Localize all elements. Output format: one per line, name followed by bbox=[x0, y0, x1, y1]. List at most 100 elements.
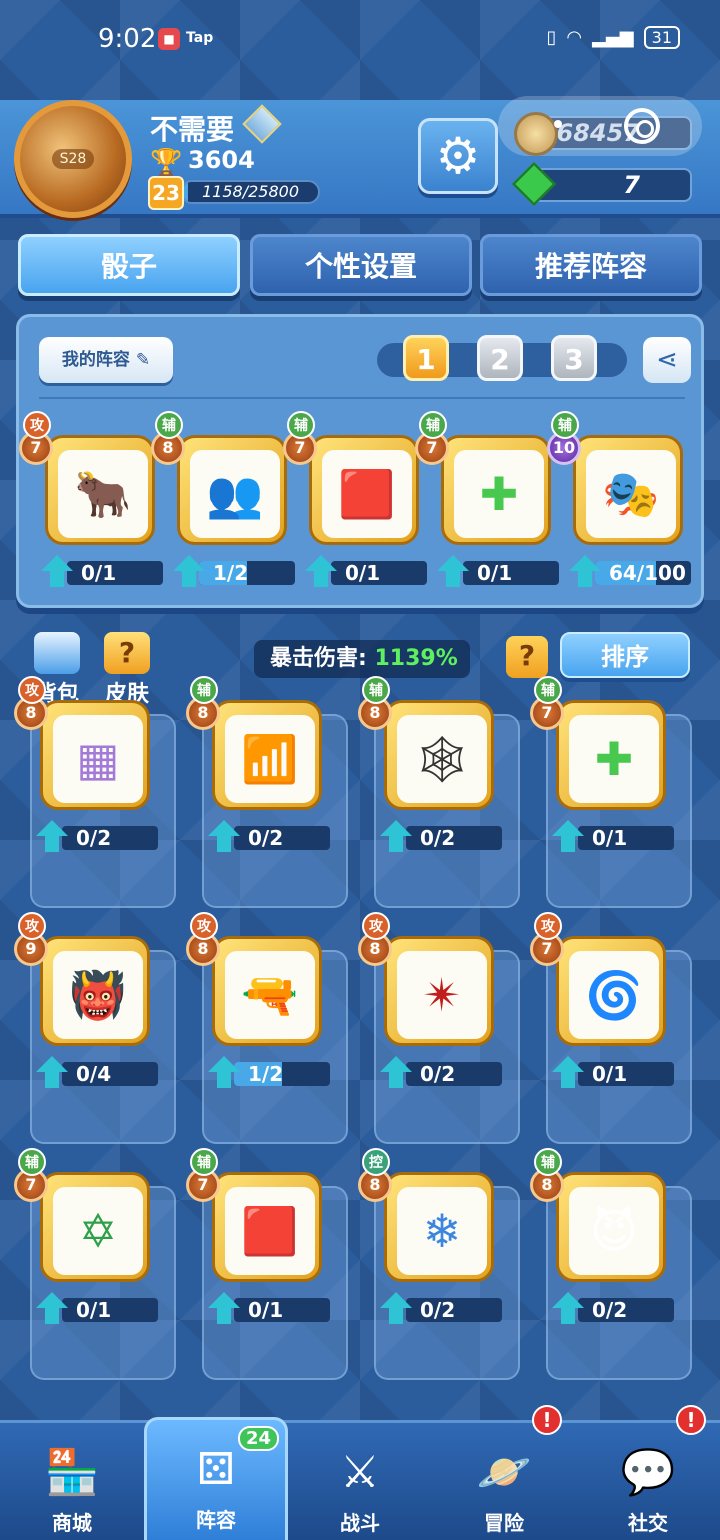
divider bbox=[39, 397, 685, 399]
battery-icon: 31 bbox=[643, 26, 680, 49]
purple-grid-icon: ▦ bbox=[53, 715, 143, 803]
tab-recommended[interactable]: 推荐阵容 bbox=[480, 234, 702, 296]
settings-button[interactable]: ⚙ bbox=[418, 118, 498, 194]
dice-frame: 🔫 bbox=[212, 936, 322, 1046]
hair-face-icon: 👹 bbox=[53, 951, 143, 1039]
upgrade-count: 1/2 bbox=[213, 561, 249, 585]
crit-value: 1139% bbox=[374, 646, 458, 671]
upgrade-progress: 0/4 bbox=[36, 1056, 158, 1088]
dice-frame: 🟥 bbox=[212, 1172, 322, 1282]
nav-battle[interactable]: ⚔ 战斗 bbox=[288, 1423, 432, 1540]
snowflake-icon: ❄ bbox=[397, 1187, 487, 1275]
deck-slot-3[interactable]: 3 bbox=[551, 335, 597, 381]
upgrade-count: 0/2 bbox=[420, 1298, 456, 1322]
upgrade-count: 1/2 bbox=[248, 1062, 284, 1086]
dice-frame: 🎭 bbox=[573, 435, 683, 545]
dice-type-badge: 攻 bbox=[190, 912, 218, 940]
signal-icon: 📶 bbox=[225, 715, 315, 803]
dice-frame: ✴ bbox=[384, 936, 494, 1046]
tab-customize[interactable]: 个性设置 bbox=[250, 234, 472, 296]
app-notification-icon: ■ bbox=[158, 28, 180, 50]
help-button[interactable]: ? bbox=[506, 636, 548, 678]
dice-type-badge: 辅 bbox=[534, 676, 562, 704]
alert-badge: ! bbox=[676, 1405, 706, 1435]
upgrade-count: 0/1 bbox=[345, 561, 381, 585]
dice-type-badge: 辅 bbox=[287, 411, 315, 439]
purple-demon-icon: 😈 bbox=[569, 1187, 659, 1275]
revolver-icon: 🔫 bbox=[225, 951, 315, 1039]
status-time: 9:02 bbox=[98, 24, 157, 54]
alert-badge: ! bbox=[532, 1405, 562, 1435]
status-icons: ▯ ◠ ▂▄▆ 31 bbox=[546, 26, 680, 49]
nav-label-shop: 商城 bbox=[52, 1511, 92, 1535]
dice-type-badge: 控 bbox=[362, 1148, 390, 1176]
nav-shop[interactable]: 🏪 商城 bbox=[0, 1423, 144, 1540]
skin-button[interactable]: ? 皮肤 bbox=[104, 632, 150, 708]
deck-slot-selector: 1 2 3 bbox=[377, 335, 627, 381]
dice-type-badge: 攻 bbox=[18, 676, 46, 704]
upgrade-progress: 0/1 bbox=[36, 1292, 158, 1324]
upgrade-count: 0/1 bbox=[592, 1062, 628, 1086]
deck-count-badge: 24 bbox=[237, 1426, 279, 1451]
green-cross-icon: ✚ bbox=[569, 715, 659, 803]
tab-dice[interactable]: 骰子 bbox=[18, 234, 240, 296]
shadow-figure-icon: 👥 bbox=[190, 450, 280, 538]
share-icon: ⋖ bbox=[656, 345, 678, 375]
dice-frame: ✡ bbox=[40, 1172, 150, 1282]
dice-frame: 🟥 bbox=[309, 435, 419, 545]
dice-icon: ⚄ bbox=[196, 1444, 236, 1495]
planet-icon: 🪐 bbox=[476, 1447, 532, 1498]
upgrade-progress: 0/2 bbox=[380, 1292, 502, 1324]
trophy-count: 3604 bbox=[188, 146, 255, 174]
record-icon[interactable] bbox=[624, 108, 660, 144]
dice-frame: ❄ bbox=[384, 1172, 494, 1282]
my-deck-button[interactable]: 我的阵容 ✎ bbox=[39, 337, 173, 383]
dice-type-badge: 攻 bbox=[534, 912, 562, 940]
floating-overlay[interactable] bbox=[498, 96, 702, 156]
crit-damage: 暴击伤害: 1139% bbox=[254, 640, 470, 678]
dice-type-badge: 辅 bbox=[18, 1148, 46, 1176]
dice-frame: 🕸 bbox=[384, 700, 494, 810]
my-deck-label: 我的阵容 bbox=[61, 350, 130, 370]
upgrade-progress: 64/100 bbox=[569, 555, 691, 587]
status-bar: 9:02 ■ Tap ▯ ◠ ▂▄▆ 31 bbox=[0, 0, 720, 80]
dice-type-badge: 辅 bbox=[534, 1148, 562, 1176]
crit-label: 暴击伤害: bbox=[270, 646, 367, 671]
player-avatar[interactable]: S28 bbox=[14, 100, 132, 218]
upgrade-count: 0/2 bbox=[248, 826, 284, 850]
upgrade-count: 0/1 bbox=[81, 561, 117, 585]
upgrade-progress: 0/1 bbox=[552, 820, 674, 852]
dice-frame: 🐂 bbox=[45, 435, 155, 545]
upgrade-progress: 0/2 bbox=[208, 820, 330, 852]
sort-button[interactable]: 排序 bbox=[560, 632, 690, 678]
dice-type-badge: 辅 bbox=[190, 1148, 218, 1176]
deck-panel: 我的阵容 ✎ 1 2 3 ⋖ 🐂 7 攻 0/1 👥 8 辅 1/2 🟥 7 辅 0/1 ✚ 7 辅 0/1 🎭… bbox=[16, 314, 704, 608]
bottom-nav: 🏪 商城 ⚄ 阵容 24 ⚔ 战斗 🪐 冒险 ! 💬 社交 ! bbox=[0, 1405, 720, 1540]
upgrade-progress: 0/2 bbox=[380, 820, 502, 852]
upgrade-count: 0/1 bbox=[76, 1298, 112, 1322]
deck-slot-1[interactable]: 1 bbox=[403, 335, 449, 381]
nav-deck[interactable]: ⚄ 阵容 24 bbox=[144, 1417, 288, 1540]
upgrade-count: 0/2 bbox=[592, 1298, 628, 1322]
dice-frame: 📶 bbox=[212, 700, 322, 810]
tap-label: Tap bbox=[186, 30, 214, 46]
upgrade-progress: 1/2 bbox=[173, 555, 295, 587]
gear-icon: ⚙ bbox=[435, 127, 481, 185]
dice-frame: ✚ bbox=[556, 700, 666, 810]
upgrade-progress: 0/1 bbox=[305, 555, 427, 587]
vibrate-icon: ▯ bbox=[546, 27, 557, 48]
edit-icon: ✎ bbox=[135, 350, 151, 370]
nav-adventure[interactable]: 🪐 冒险 ! bbox=[432, 1405, 576, 1540]
nav-social[interactable]: 💬 社交 ! bbox=[576, 1405, 720, 1540]
xp-text: 1158/25800 bbox=[202, 182, 300, 201]
deck-slot-2[interactable]: 2 bbox=[477, 335, 523, 381]
bull-icon: 🐂 bbox=[58, 450, 148, 538]
sun-spiral-icon: 🌀 bbox=[569, 951, 659, 1039]
dice-type-badge: 辅 bbox=[190, 676, 218, 704]
mask-icon: 🎭 bbox=[586, 450, 676, 538]
dice-type-badge: 攻 bbox=[18, 912, 46, 940]
share-button[interactable]: ⋖ bbox=[643, 337, 691, 383]
magic-circle-icon: ✡ bbox=[53, 1187, 143, 1275]
upgrade-progress: 0/2 bbox=[36, 820, 158, 852]
blood-shuriken-icon: ✴ bbox=[397, 951, 487, 1039]
